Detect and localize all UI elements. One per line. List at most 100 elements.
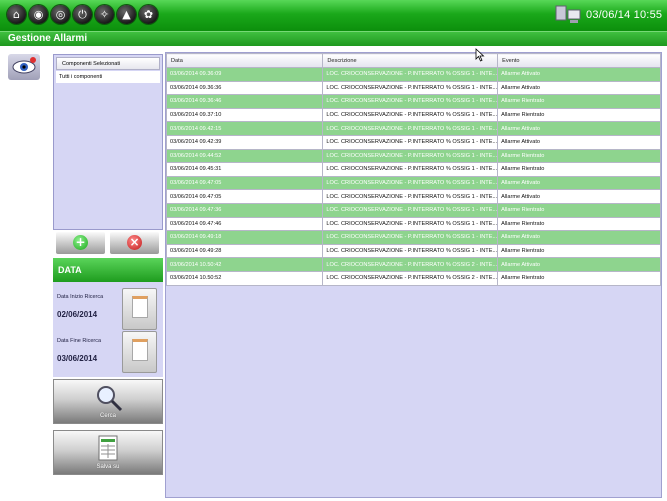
compass-icon[interactable]: ✧ [95,5,114,24]
table-row[interactable]: 03/06/2014 09.37:10 LOC. CRIOCONSERVAZION… [165,107,661,123]
magnifier-icon [97,386,123,412]
table-row[interactable]: 03/06/2014 09.47:46 LOC. CRIOCONSERVAZION… [165,216,661,232]
table-row[interactable]: 03/06/2014 09.44:52 LOC. CRIOCONSERVAZION… [165,148,661,164]
mortarboard-icon[interactable]: ▲ [117,5,136,24]
cell-date: 03/06/2014 10.50:42 [165,257,324,272]
cell-date: 03/06/2014 10.50:52 [165,270,324,286]
components-panel: Componenti Selezionati Tutti i component… [53,54,163,230]
datetime-display: 03/06/14 10:55 [586,9,663,21]
calendar-icon[interactable] [122,331,157,373]
table-row[interactable]: 03/06/2014 09.49:18 LOC. CRIOCONSERVAZION… [165,230,661,245]
cell-date: 03/06/2014 09.47:36 [165,202,324,218]
export-button[interactable]: Salva su [53,430,163,475]
cell-description: LOC. CRIOCONSERVAZIONE - P.INTERRATO % O… [322,230,499,245]
cell-event: Allarme Attivato [497,121,661,136]
cell-description: LOC. CRIOCONSERVAZIONE - P.INTERRATO % O… [322,134,499,150]
alarm-log-table: Data Descrizione Evento 03/06/2014 09.36… [165,53,661,286]
cell-date: 03/06/2014 09.42:39 [165,134,324,150]
cell-date: 03/06/2014 09.49:28 [165,243,324,259]
cell-description: LOC. CRIOCONSERVAZIONE - P.INTERRATO % O… [322,243,499,259]
mouse-cursor-icon [475,48,485,62]
cell-event: Allarme Attivato [497,230,661,245]
cell-date: 03/06/2014 09.37:10 [165,107,324,123]
table-row[interactable]: 03/06/2014 09.36:09 LOC. CRIOCONSERVAZION… [165,67,661,82]
cell-event: Allarme Attivato [497,80,661,96]
cell-description: LOC. CRIOCONSERVAZIONE - P.INTERRATO % O… [322,162,499,177]
alarm-icon[interactable]: ◎ [51,5,70,24]
cell-event: Allarme Attivato [497,67,661,82]
cell-date: 03/06/2014 09.49:18 [165,230,324,245]
start-date-label: Data Inizio Ricerca [57,294,104,300]
cell-description: LOC. CRIOCONSERVAZIONE - P.INTERRATO % O… [322,270,499,286]
cell-date: 03/06/2014 09.44:52 [165,148,324,164]
start-date-value: 02/06/2014 [57,310,98,319]
cell-event: Allarme Rientrato [497,270,661,286]
column-header-event[interactable]: Evento [497,53,661,68]
calendar-icon[interactable] [122,288,157,330]
search-label: Cerca [99,413,116,419]
table-row[interactable]: 03/06/2014 09.47:36 LOC. CRIOCONSERVAZION… [165,202,661,218]
cell-event: Allarme Rientrato [497,202,661,218]
table-row[interactable]: 03/06/2014 10.50:42 LOC. CRIOCONSERVAZION… [165,257,661,272]
cell-event: Allarme Attivato [497,134,661,150]
table-row[interactable]: 03/06/2014 09.36:36 LOC. CRIOCONSERVAZION… [165,80,661,96]
column-header-date[interactable]: Data [165,53,324,68]
table-row[interactable]: 03/06/2014 09.36:46 LOC. CRIOCONSERVAZION… [165,94,661,109]
eye-icon[interactable] [8,54,40,80]
plus-icon: + [73,235,88,250]
export-label: Salva su [96,464,120,470]
table-header-row: Data Descrizione Evento [165,53,661,68]
computer-icon [555,5,581,23]
cell-description: LOC. CRIOCONSERVAZIONE - P.INTERRATO % O… [322,67,499,82]
table-row[interactable]: 03/06/2014 09.45:31 LOC. CRIOCONSERVAZION… [165,162,661,177]
cell-event: Allarme Rientrato [497,216,661,232]
cell-date: 03/06/2014 09.36:36 [165,80,324,96]
date-section: Data Inizio Ricerca 02/06/2014 Data Fine… [53,282,163,377]
spreadsheet-icon [98,435,118,461]
cell-description: LOC. CRIOCONSERVAZIONE - P.INTERRATO % O… [322,216,499,232]
home-icon[interactable]: ⌂ [7,5,26,24]
cell-date: 03/06/2014 09.47:46 [165,216,324,232]
cell-date: 03/06/2014 09.47:05 [165,175,324,191]
cell-date: 03/06/2014 09.36:46 [165,94,324,109]
power-icon[interactable]: ⏻ [73,5,92,24]
table-row[interactable]: 03/06/2014 09.47:05 LOC. CRIOCONSERVAZION… [165,175,661,191]
remove-component-button[interactable]: × [110,232,159,254]
date-section-title: DATA [58,265,82,275]
cell-date: 03/06/2014 09.36:09 [165,67,324,82]
end-date-label: Data Fine Ricerca [57,338,102,344]
x-icon: × [127,235,142,250]
cell-event: Allarme Rientrato [497,148,661,164]
search-button[interactable]: Cerca [53,379,163,424]
table-row[interactable]: 03/06/2014 09.42:39 LOC. CRIOCONSERVAZION… [165,134,661,150]
cell-description: LOC. CRIOCONSERVAZIONE - P.INTERRATO % O… [322,80,499,96]
window-titlebar: Gestione Allarmi [0,31,667,46]
table-row[interactable]: 03/06/2014 09.49:28 LOC. CRIOCONSERVAZION… [165,243,661,259]
alarm-log-panel: Data Descrizione Evento 03/06/2014 09.36… [165,52,662,498]
cell-event: Allarme Rientrato [497,162,661,177]
cell-description: LOC. CRIOCONSERVAZIONE - P.INTERRATO % O… [322,148,499,164]
column-header-description[interactable]: Descrizione [322,53,499,68]
components-header: Componenti Selezionati [56,57,160,70]
date-section-header: DATA [53,258,163,282]
cell-description: LOC. CRIOCONSERVAZIONE - P.INTERRATO % O… [322,94,499,109]
table-row[interactable]: 03/06/2014 10.50:52 LOC. CRIOCONSERVAZION… [165,270,661,286]
network-icon[interactable]: ✿ [139,5,158,24]
table-row[interactable]: 03/06/2014 09.42:15 LOC. CRIOCONSERVAZION… [165,121,661,136]
cell-description: LOC. CRIOCONSERVAZIONE - P.INTERRATO % O… [322,107,499,123]
cell-date: 03/06/2014 09.42:15 [165,121,324,136]
globe-icon[interactable]: ◉ [29,5,48,24]
cell-date: 03/06/2014 09.45:31 [165,162,324,177]
cell-event: Allarme Attivato [497,189,661,204]
cell-event: Allarme Rientrato [497,107,661,123]
cell-description: LOC. CRIOCONSERVAZIONE - P.INTERRATO % O… [322,189,499,204]
list-item[interactable]: Tutti i componenti [56,71,160,83]
cell-description: LOC. CRIOCONSERVAZIONE - P.INTERRATO % O… [322,175,499,191]
left-icon-column [0,46,48,501]
add-component-button[interactable]: + [56,232,105,254]
cell-description: LOC. CRIOCONSERVAZIONE - P.INTERRATO % O… [322,257,499,272]
top-toolbar: ⌂ ◉ ◎ ⏻ ✧ ▲ ✿ 03/06/14 10:55 [0,0,667,31]
window-title: Gestione Allarmi [8,33,88,44]
table-row[interactable]: 03/06/2014 09.47:05 LOC. CRIOCONSERVAZION… [165,189,661,204]
cell-event: Allarme Rientrato [497,94,661,109]
